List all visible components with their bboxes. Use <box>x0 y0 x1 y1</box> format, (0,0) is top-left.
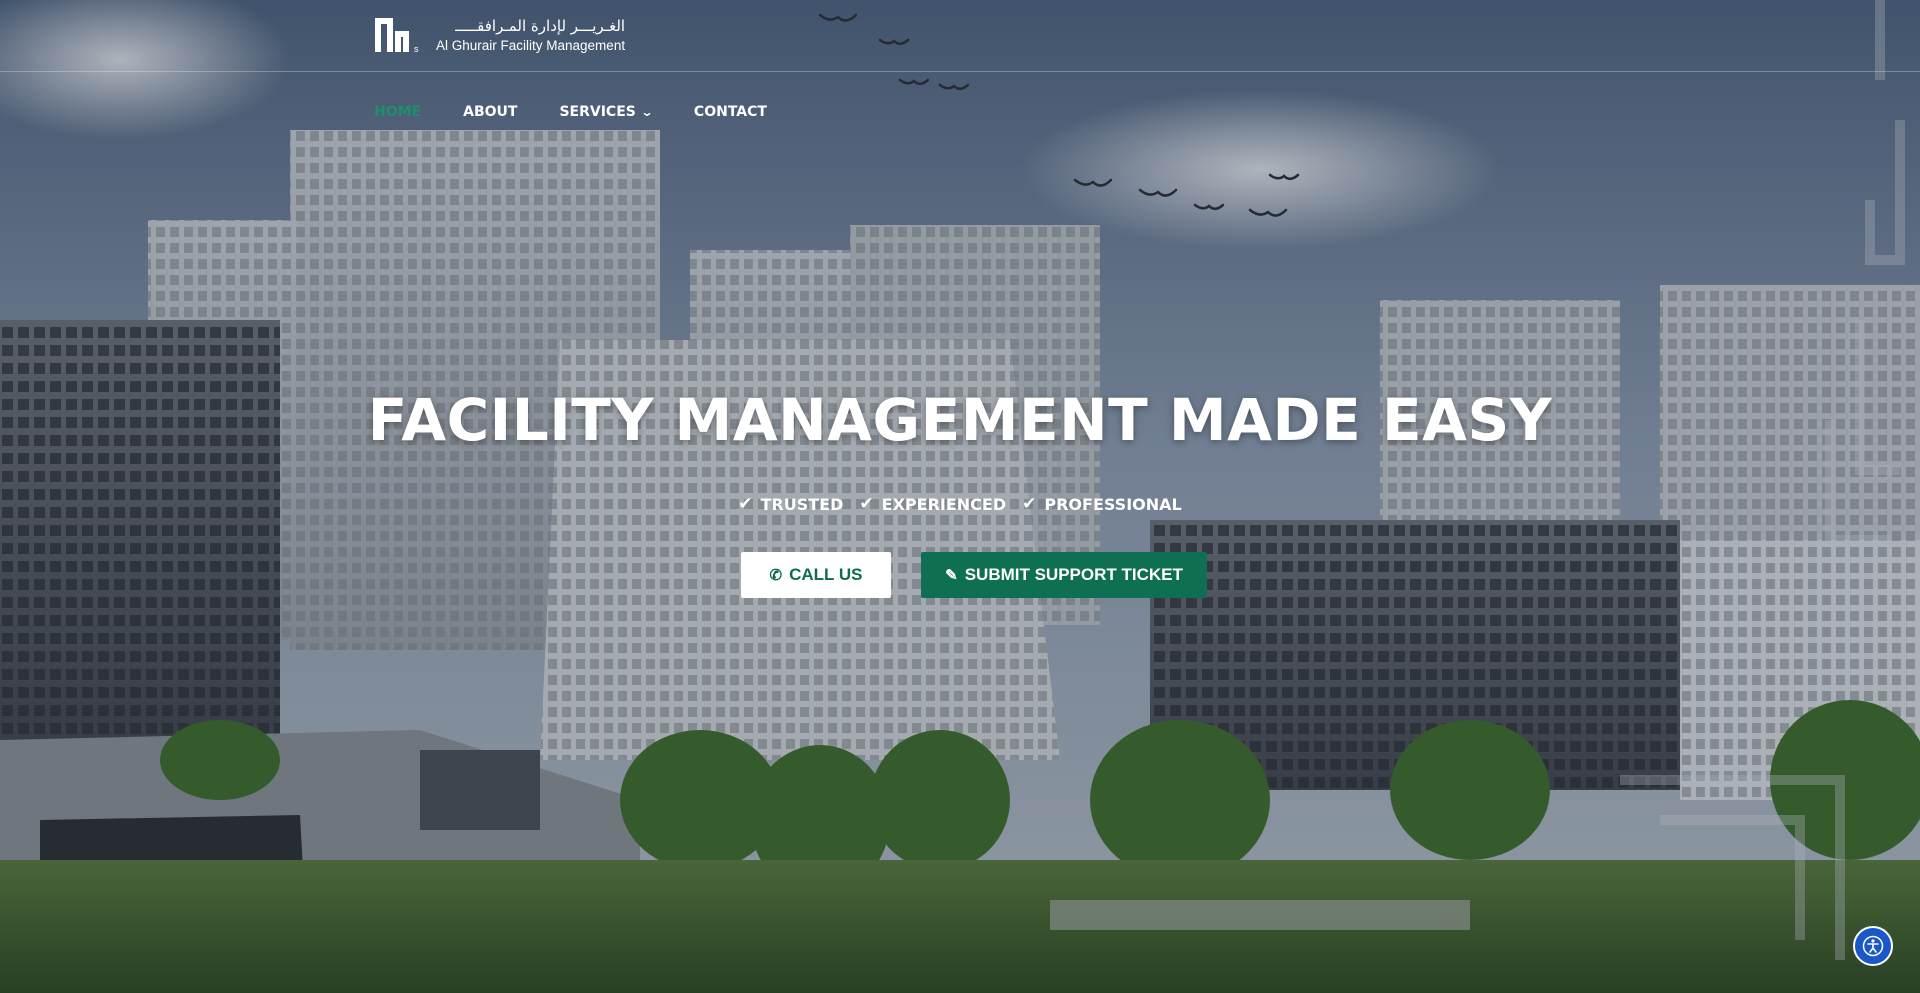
nav-item-home[interactable]: HOME <box>374 104 421 120</box>
call-us-label: CALL US <box>789 565 863 584</box>
accessibility-icon <box>1862 935 1884 957</box>
edit-icon: ✎ <box>945 567 958 584</box>
hero-title: FACILITY MANAGEMENT MADE EASY <box>367 386 1553 454</box>
submit-ticket-label: SUBMIT SUPPORT TICKET <box>964 565 1183 584</box>
check-icon: ✔ <box>738 494 753 514</box>
nav-item-services[interactable]: SERVICES ⌄ <box>559 104 654 120</box>
feature-label: PROFESSIONAL <box>1044 494 1182 514</box>
check-icon: ✔ <box>859 494 874 514</box>
chevron-down-icon: ⌄ <box>640 105 654 119</box>
submit-support-ticket-button[interactable]: ✎ SUBMIT SUPPORT TICKET <box>921 552 1207 598</box>
feature-trusted: ✔ TRUSTED <box>738 494 843 514</box>
site-logo[interactable]: s الغـريـــر لإدارة المـرافقـــــ Al Ghu… <box>374 17 625 55</box>
phone-icon: ✆ <box>769 567 783 584</box>
feature-experienced: ✔ EXPERIENCED <box>859 494 1006 514</box>
call-us-button[interactable]: ✆ CALL US <box>741 552 891 598</box>
main-navigation: HOME ABOUT SERVICES ⌄ CONTACT <box>374 104 809 120</box>
check-icon: ✔ <box>1022 494 1037 514</box>
logo-english-text: Al Ghurair Facility Management <box>436 38 626 53</box>
facility-mark-logo-icon: s <box>375 18 419 53</box>
accessibility-button[interactable] <box>1853 926 1893 966</box>
nav-item-contact[interactable]: CONTACT <box>694 104 767 120</box>
nav-item-about[interactable]: ABOUT <box>463 104 517 120</box>
nav-item-services-label: SERVICES <box>559 104 636 120</box>
feature-label: EXPERIENCED <box>881 494 1007 514</box>
site-header: s الغـريـــر لإدارة المـرافقـــــ Al Ghu… <box>0 0 1920 72</box>
logo-arabic-text: الغـريـــر لإدارة المـرافقـــــ <box>455 17 626 35</box>
feature-label: TRUSTED <box>760 494 844 514</box>
hero-features: ✔ TRUSTED ✔ EXPERIENCED ✔ PROFESSIONAL <box>0 494 1920 514</box>
svg-text:s: s <box>414 44 419 53</box>
feature-professional: ✔ PROFESSIONAL <box>1022 494 1182 514</box>
